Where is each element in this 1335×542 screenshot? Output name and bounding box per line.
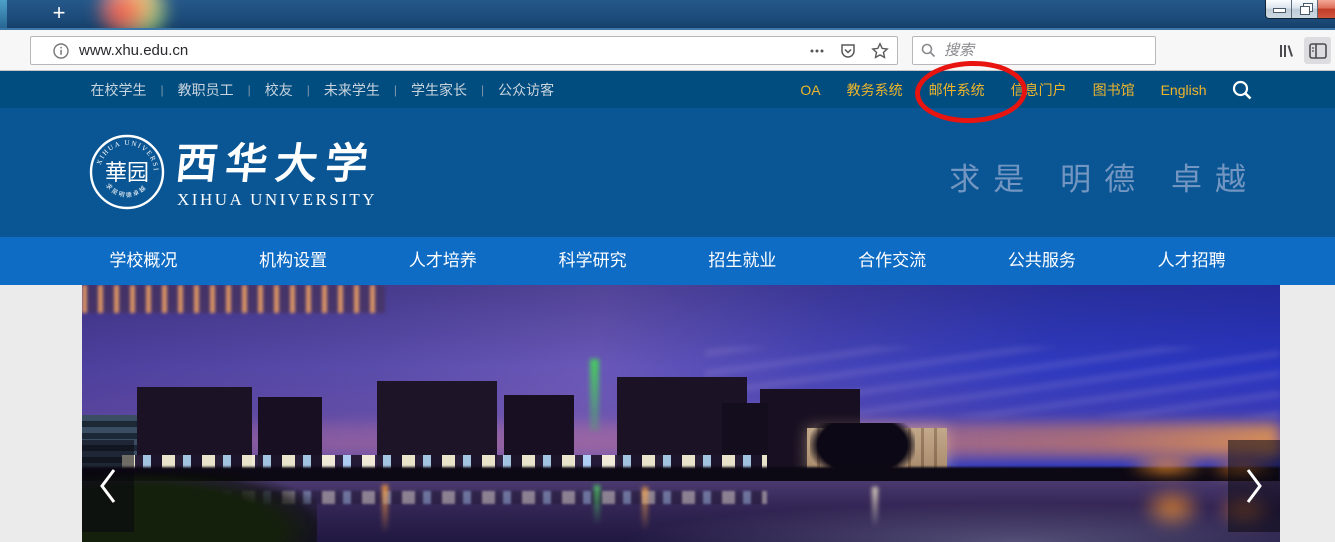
- link-academic-system[interactable]: 教务系统: [847, 80, 903, 100]
- hero-orange-lights: [1122, 453, 1212, 479]
- window-controls: [1265, 0, 1335, 19]
- window-edge-highlight: [0, 0, 7, 30]
- separator: |: [481, 83, 484, 97]
- minimize-button[interactable]: [1266, 0, 1292, 18]
- seal-center-glyphs: 華园: [105, 161, 149, 186]
- url-text[interactable]: www.xhu.edu.cn: [79, 42, 795, 59]
- new-tab-button[interactable]: +: [42, 0, 76, 28]
- search-input[interactable]: [944, 42, 1147, 59]
- library-icon[interactable]: [1276, 41, 1296, 61]
- pocket-icon[interactable]: [839, 42, 857, 60]
- bookmark-star-icon[interactable]: [871, 42, 889, 60]
- site-utility-bar: 在校学生 | 教职员工 | 校友 | 未来学生 | 学生家长 | 公众访客 OA…: [0, 71, 1335, 108]
- site-search-icon[interactable]: [1231, 79, 1253, 101]
- nav-recruitment[interactable]: 人才招聘: [1117, 237, 1267, 285]
- carousel-prev-button[interactable]: [82, 440, 134, 532]
- hero-green-light: [590, 359, 599, 431]
- link-visitors[interactable]: 公众访客: [498, 80, 554, 100]
- university-motto: 求是 明德 卓越: [949, 154, 1259, 199]
- link-parents[interactable]: 学生家长: [411, 80, 467, 100]
- titlebar-glow-decoration: [95, 0, 170, 30]
- site-header: XIHUA UNIVERSITY 求是明德卓越 華园 西华大学 XIHUA UN…: [0, 108, 1335, 237]
- link-english[interactable]: English: [1161, 82, 1207, 98]
- hero-distant-buildings: [82, 285, 385, 313]
- link-future-students[interactable]: 未来学生: [324, 80, 380, 100]
- link-current-students[interactable]: 在校学生: [91, 80, 147, 100]
- site-info-icon[interactable]: [53, 43, 69, 59]
- hero-reflection-streak: [594, 485, 600, 525]
- search-box[interactable]: [912, 36, 1156, 65]
- link-library[interactable]: 图书馆: [1093, 80, 1135, 100]
- sidebar-toggle-button[interactable]: [1304, 37, 1331, 64]
- nav-admissions-careers[interactable]: 招生就业: [668, 237, 818, 285]
- browser-toolbar: www.xhu.edu.cn: [0, 30, 1335, 71]
- page-content: [0, 285, 1335, 542]
- nav-organization[interactable]: 机构设置: [218, 237, 368, 285]
- brand-english-name[interactable]: XIHUA UNIVERSITY: [177, 190, 377, 210]
- search-icon: [921, 43, 936, 58]
- window-titlebar: +: [0, 0, 1335, 30]
- link-faculty-staff[interactable]: 教职员工: [178, 80, 234, 100]
- separator: |: [307, 83, 310, 97]
- brand-chinese-calligraphy[interactable]: 西华大学: [173, 130, 379, 191]
- link-info-portal[interactable]: 信息门户: [1011, 80, 1067, 100]
- nav-research[interactable]: 科学研究: [518, 237, 668, 285]
- nav-cooperation-exchange[interactable]: 合作交流: [817, 237, 967, 285]
- hero-carousel-image: [82, 285, 1280, 542]
- page-actions-icon[interactable]: [809, 43, 825, 59]
- restore-button[interactable]: [1292, 0, 1318, 18]
- separator: |: [248, 83, 251, 97]
- url-bar[interactable]: www.xhu.edu.cn: [30, 36, 898, 65]
- nav-about[interactable]: 学校概况: [69, 237, 219, 285]
- hero-reflection-streak: [382, 485, 388, 533]
- carousel-next-button[interactable]: [1228, 440, 1280, 532]
- audience-links: 在校学生 | 教职员工 | 校友 | 未来学生 | 学生家长 | 公众访客: [83, 80, 555, 100]
- link-alumni[interactable]: 校友: [265, 80, 293, 100]
- close-button[interactable]: [1318, 0, 1335, 18]
- nav-public-services[interactable]: 公共服务: [967, 237, 1117, 285]
- quick-links: OA 教务系统 邮件系统 信息门户 图书馆 English: [800, 80, 1206, 100]
- main-navigation: 学校概况 机构设置 人才培养 科学研究 招生就业 合作交流 公共服务 人才招聘: [0, 237, 1335, 285]
- nav-talent-cultivation[interactable]: 人才培养: [368, 237, 518, 285]
- separator: |: [394, 83, 397, 97]
- separator: |: [161, 83, 164, 97]
- link-mail-system[interactable]: 邮件系统: [929, 80, 985, 100]
- hero-water-sheen: [621, 502, 1280, 542]
- university-seal-logo[interactable]: XIHUA UNIVERSITY 求是明德卓越 華园: [88, 133, 166, 216]
- link-oa[interactable]: OA: [800, 82, 820, 98]
